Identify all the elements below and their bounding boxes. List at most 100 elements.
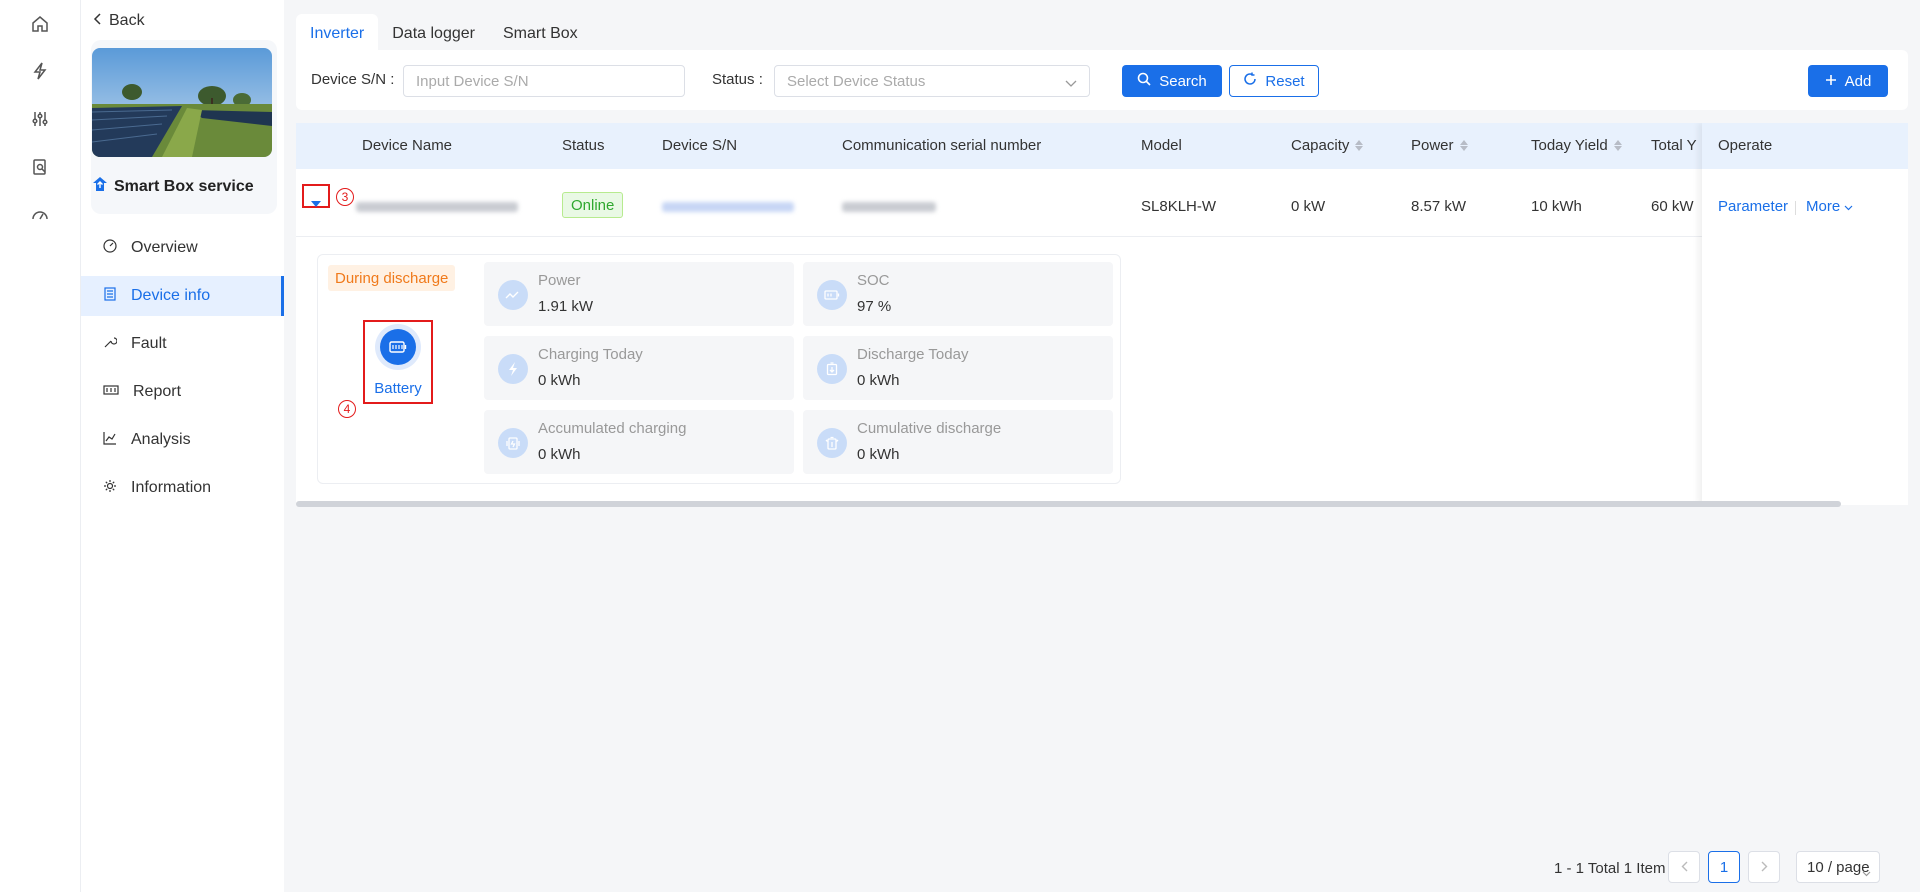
col-operate-header: Operate — [1702, 123, 1908, 169]
tab-smart-box[interactable]: Smart Box — [489, 14, 592, 54]
search-button[interactable]: Search — [1122, 65, 1222, 97]
pagination-summary: 1 - 1 Total 1 Item — [1554, 859, 1666, 877]
annotation-box-battery: Battery — [363, 320, 433, 404]
col-capacity[interactable]: Capacity — [1291, 137, 1364, 154]
battery-icon[interactable] — [380, 329, 416, 365]
document-search-icon[interactable] — [26, 153, 54, 181]
operate-column: Operate Parameter More — [1702, 123, 1908, 505]
main-content: Inverter Data logger Smart Box Device S/… — [284, 0, 1920, 892]
annotation-number-3: 3 — [336, 188, 354, 206]
back-link[interactable]: Back — [93, 12, 145, 30]
today-yield-cell: 10 kWh — [1531, 198, 1582, 215]
line-chart-icon — [103, 431, 117, 450]
col-model: Model — [1141, 137, 1182, 154]
device-name-redacted — [356, 202, 518, 212]
wrench-icon — [103, 335, 118, 354]
lightning-icon[interactable] — [26, 57, 54, 85]
home-upload-icon — [92, 176, 108, 197]
list-icon — [103, 286, 117, 306]
tab-inverter[interactable]: Inverter — [296, 14, 379, 54]
page-1-button[interactable]: 1 — [1708, 851, 1740, 883]
sliders-icon[interactable] — [26, 105, 54, 133]
reset-button[interactable]: Reset — [1229, 65, 1319, 97]
nav-item-analysis[interactable]: Analysis — [81, 420, 284, 460]
battery-charge-icon — [498, 428, 528, 458]
battery-level-icon — [817, 280, 847, 310]
battery-label[interactable]: Battery — [365, 380, 431, 397]
table-header: Device Name Status Device S/N Communicat… — [296, 123, 1908, 169]
search-icon — [1137, 72, 1151, 90]
col-power[interactable]: Power — [1411, 137, 1468, 154]
device-table: Device Name Status Device S/N Communicat… — [296, 123, 1908, 505]
expand-caret-icon[interactable] — [311, 194, 321, 212]
chevron-left-icon — [93, 12, 103, 30]
parameter-link[interactable]: Parameter — [1718, 198, 1788, 215]
device-sn-label: Device S/N : — [311, 71, 395, 88]
total-yield-cell: 60 kW — [1651, 198, 1694, 215]
col-status: Status — [562, 137, 605, 154]
capacity-cell: 0 kW — [1291, 198, 1326, 215]
plant-photo — [92, 48, 272, 157]
nav-item-report[interactable]: Report — [81, 372, 284, 412]
discharge-icon — [817, 354, 847, 384]
filter-bar: Device S/N : Input Device S/N Status : S… — [296, 50, 1908, 110]
col-today-yield[interactable]: Today Yield — [1531, 137, 1622, 154]
col-device-name: Device Name — [362, 137, 453, 154]
discharge-state-tag: During discharge — [328, 265, 456, 291]
report-icon — [103, 383, 119, 401]
sort-icon[interactable] — [1459, 140, 1468, 151]
dashboard-icon — [103, 238, 117, 258]
page-size-select[interactable]: 10 / page — [1796, 851, 1880, 883]
back-label: Back — [109, 12, 145, 29]
chevron-down-icon — [1844, 198, 1853, 215]
gauge-icon[interactable] — [26, 201, 54, 229]
metric-power: Power 1.91 kW — [484, 262, 794, 326]
nav-item-fault[interactable]: Fault — [81, 324, 284, 364]
status-select[interactable]: Select Device Status — [774, 65, 1090, 97]
chevron-down-icon — [1065, 75, 1077, 92]
sort-icon[interactable] — [1355, 140, 1364, 151]
add-button[interactable]: Add — [1808, 65, 1888, 97]
chevron-down-icon — [1862, 864, 1871, 881]
more-dropdown[interactable]: More — [1806, 198, 1853, 215]
comm-sn-redacted — [842, 202, 936, 212]
next-page-button[interactable] — [1748, 851, 1780, 883]
nav-item-device-info[interactable]: Device info — [81, 276, 284, 316]
prev-page-button[interactable] — [1668, 851, 1700, 883]
metric-discharge-today: Discharge Today 0 kWh — [803, 336, 1113, 400]
status-badge: Online — [562, 192, 624, 218]
status-label: Status : — [712, 71, 763, 88]
home-icon[interactable] — [26, 10, 54, 38]
metric-accumulated-charging: Accumulated charging 0 kWh — [484, 410, 794, 474]
gear-icon — [103, 479, 117, 498]
col-device-sn: Device S/N — [662, 137, 738, 154]
model-cell: SL8KLH-W — [1141, 198, 1217, 215]
chevron-right-icon — [1761, 859, 1768, 876]
lightning-icon — [498, 354, 528, 384]
device-type-tabs: Inverter Data logger Smart Box — [296, 14, 592, 54]
col-total-yield: Total Y — [1651, 137, 1697, 154]
icon-rail — [0, 0, 81, 892]
metric-cumulative-discharge: Cumulative discharge 0 kWh — [803, 410, 1113, 474]
device-sn-input[interactable]: Input Device S/N — [403, 65, 685, 97]
refresh-icon — [1243, 72, 1257, 90]
chevron-left-icon — [1681, 859, 1688, 876]
nav-item-overview[interactable]: Overview — [81, 228, 284, 268]
table-row[interactable]: 3 Online SL8KLH-W 0 kW 8.57 kW 10 kWh 60… — [296, 175, 1908, 237]
side-navigation: Back Smart Box service Overview Device i… — [81, 0, 284, 892]
plus-icon — [1825, 73, 1837, 90]
battery-discharge-icon — [817, 428, 847, 458]
plant-name: Smart Box service — [92, 176, 254, 197]
metric-soc: SOC 97 % — [803, 262, 1113, 326]
metric-charging-today: Charging Today 0 kWh — [484, 336, 794, 400]
power-wave-icon — [498, 280, 528, 310]
horizontal-scrollbar[interactable] — [296, 501, 1841, 507]
power-cell: 8.57 kW — [1411, 198, 1467, 215]
col-comm-sn: Communication serial number — [842, 137, 1042, 154]
annotation-number-4: 4 — [338, 400, 356, 418]
tab-data-logger[interactable]: Data logger — [378, 14, 489, 54]
device-sn-redacted — [662, 202, 794, 212]
sort-icon[interactable] — [1613, 140, 1622, 151]
nav-item-information[interactable]: Information — [81, 468, 284, 508]
link-divider — [1795, 201, 1796, 215]
